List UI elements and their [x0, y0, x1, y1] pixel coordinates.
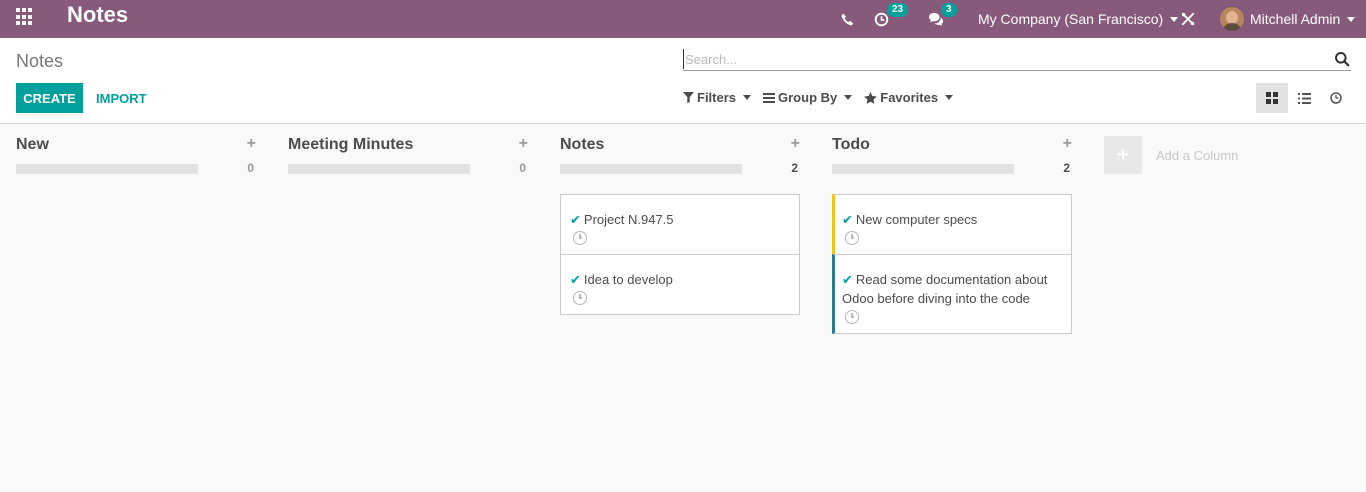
column-add-icon[interactable]: + [791, 135, 800, 153]
column-add-icon[interactable]: + [519, 135, 528, 153]
add-column-label: Add a Column [1156, 147, 1239, 163]
column-add-icon[interactable]: + [247, 135, 256, 153]
clock-icon[interactable] [845, 310, 859, 324]
apps-menu-icon[interactable] [16, 8, 34, 26]
add-column[interactable]: + Add a Column [1104, 136, 1238, 174]
group-by-label: Group By [778, 90, 838, 105]
column-title: Todo [832, 136, 870, 153]
group-by-dropdown[interactable]: Group By [763, 90, 853, 105]
clock-icon[interactable] [845, 231, 859, 245]
avatar [1220, 7, 1244, 31]
app-title[interactable]: Notes [67, 2, 128, 28]
column-title: Notes [560, 136, 605, 153]
activities-icon[interactable] [874, 0, 889, 38]
messages-badge: 3 [941, 3, 957, 17]
search-options: Filters Group By Favorites [683, 90, 965, 105]
column-progress-bar[interactable] [16, 164, 198, 174]
debug-tools-icon[interactable] [1181, 0, 1195, 38]
create-button[interactable]: CREATE [16, 83, 83, 113]
chevron-down-icon [945, 95, 954, 100]
plus-icon[interactable]: + [1104, 136, 1142, 174]
view-switcher [1256, 83, 1352, 113]
column-progress-bar[interactable] [560, 164, 742, 174]
card-title: New computer specs [855, 212, 978, 227]
kanban-card[interactable]: ✔ Idea to develop [560, 254, 800, 315]
column-add-icon[interactable]: + [1063, 135, 1072, 153]
favorites-dropdown[interactable]: Favorites [864, 90, 954, 105]
search-bar [683, 49, 1351, 71]
user-menu[interactable]: Mitchell Admin [1220, 0, 1356, 38]
user-name: Mitchell Admin [1250, 11, 1341, 27]
clock-icon[interactable] [573, 231, 587, 245]
favorites-label: Favorites [880, 90, 939, 105]
column-count: 2 [791, 161, 798, 175]
chevron-down-icon [844, 95, 853, 100]
activities-badge: 23 [887, 3, 909, 17]
kanban-view-button[interactable] [1256, 83, 1288, 113]
control-panel: Notes CREATE IMPORT Filters Group By Fav… [0, 38, 1366, 124]
column-title: Meeting Minutes [288, 136, 414, 153]
top-navbar: Notes 23 3 My Company (San Francisco) Mi… [0, 0, 1366, 38]
filter-icon [683, 92, 694, 103]
column-title: New [16, 136, 49, 153]
check-icon[interactable]: ✔ [842, 272, 853, 287]
import-button[interactable]: IMPORT [96, 83, 147, 113]
column-count: 2 [1063, 161, 1070, 175]
kanban-card[interactable]: ✔ Project N.947.5 [560, 194, 800, 255]
check-icon[interactable]: ✔ [842, 212, 853, 227]
column-progress-bar[interactable] [832, 164, 1014, 174]
chevron-down-icon [743, 95, 752, 100]
search-icon[interactable] [1334, 51, 1350, 67]
column-count: 0 [519, 161, 526, 175]
check-icon[interactable]: ✔ [570, 212, 581, 227]
clock-icon[interactable] [573, 291, 587, 305]
list-icon [763, 92, 776, 103]
activity-view-button[interactable] [1320, 83, 1352, 113]
company-name: My Company (San Francisco) [978, 11, 1164, 27]
check-icon[interactable]: ✔ [570, 272, 581, 287]
search-input[interactable] [683, 49, 1323, 69]
list-view-icon [1297, 92, 1311, 104]
filters-dropdown[interactable]: Filters [683, 90, 752, 105]
clock-icon [1330, 92, 1342, 104]
list-view-button[interactable] [1288, 83, 1320, 113]
phone-icon[interactable] [841, 0, 854, 38]
card-title: Project N.947.5 [583, 212, 674, 227]
filters-label: Filters [697, 90, 737, 105]
column-count: 0 [247, 161, 254, 175]
kanban-card[interactable]: ✔ New computer specs [832, 194, 1072, 255]
column-progress-bar[interactable] [288, 164, 470, 174]
company-switcher[interactable]: My Company (San Francisco) [978, 0, 1179, 38]
breadcrumb: Notes [16, 51, 64, 71]
card-title: Idea to develop [583, 272, 673, 287]
star-icon [864, 91, 878, 104]
chevron-down-icon [1170, 16, 1179, 22]
chevron-down-icon [1347, 16, 1356, 22]
card-title: Read some documentation about Odoo befor… [842, 272, 1048, 306]
kanban-card[interactable]: ✔ Read some documentation about Odoo befo… [832, 254, 1072, 334]
kanban-icon [1266, 92, 1278, 104]
